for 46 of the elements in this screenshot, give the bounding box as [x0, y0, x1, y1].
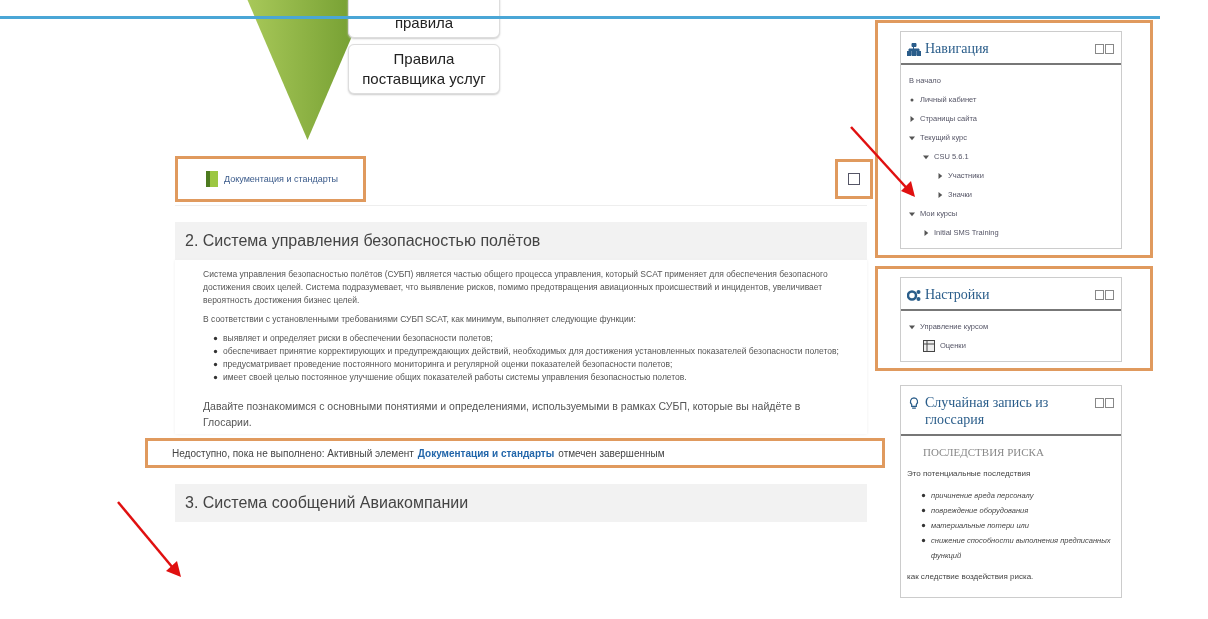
- glossary-text: Это потенциальные последствия: [907, 468, 1032, 480]
- gears-icon: [907, 289, 921, 302]
- block-title: Настройки: [925, 286, 991, 303]
- caret-down-icon[interactable]: [909, 323, 915, 330]
- paragraph: Система управления безопасностью полётов (СУБП) является частью общего процесса управления, который SCAT применяет для обеспечения безопасного достижения своих целей. Система подразумевает, что выявление рисков, помимо предотвращения авиационных происшествий и инцидентов, увеличивает вероятность достижения бизнес целей.: [203, 268, 829, 307]
- activity-link[interactable]: Документация и стандарты: [224, 174, 339, 184]
- paragraph: Давайте познакомимся с основными понятиями и определениями, используемыми в рамках СУБП, которые вы найдёте в Глосарии.: [203, 399, 802, 430]
- glossary-text: как следствие воздействия риска.: [907, 571, 1035, 583]
- dock-icon[interactable]: [1095, 398, 1115, 408]
- list-item: обеспечивает принятие корректирующих и предупреждающих действий, необходимых для достижения установленных показателей безопасности полетов;: [223, 345, 839, 358]
- activity-link[interactable]: Документация и стандарты: [417, 447, 555, 459]
- bullet-icon: [921, 538, 926, 543]
- bullet-icon: [213, 362, 218, 367]
- caret-down-icon[interactable]: [909, 210, 915, 217]
- list-item: предусматривает проведение постоянного мониторинга и регулярной оценки показателей безопасности полетов;: [223, 358, 673, 371]
- section-heading: 3. Система сообщений Авиакомпании: [175, 484, 867, 522]
- bullet-icon: [921, 508, 926, 513]
- bullet-icon: [213, 336, 218, 341]
- block-title: Случайная запись из глоссария: [925, 394, 1050, 428]
- section-heading: 2. Система управления безопасностью полётов: [175, 222, 867, 260]
- table-icon: [923, 339, 935, 352]
- caret-right-icon[interactable]: [923, 229, 929, 236]
- list-item: имеет своей целью постоянное улучшение общих показателей работы системы управления безопасностью полетов.: [223, 371, 687, 384]
- bullet-icon: [909, 96, 915, 103]
- bullet-icon: [213, 375, 218, 380]
- dock-icon[interactable]: [1095, 44, 1115, 54]
- paragraph: В соответствии с установленными требованиями СУБП SCAT, как минимум, выполняет следующие функции:: [203, 313, 637, 326]
- bullet-icon: [921, 493, 926, 498]
- lightbulb-icon: [907, 397, 921, 410]
- list-item: выявляет и определяет риски в обеспечении безопасности полетов;: [223, 332, 493, 345]
- caret-right-icon[interactable]: [909, 115, 915, 122]
- caret-down-icon[interactable]: [909, 134, 915, 141]
- caret-right-icon[interactable]: [937, 191, 943, 198]
- diagram-label: Правила поставщика услуг: [348, 44, 500, 94]
- caret-down-icon[interactable]: [923, 153, 929, 160]
- sitemap-icon: [907, 43, 921, 56]
- book-icon: [206, 170, 218, 188]
- completion-checkbox[interactable]: [848, 173, 860, 185]
- bullet-icon: [921, 523, 926, 528]
- glossary-term: ПОСЛЕДСТВИЯ РИСКА: [922, 445, 1045, 460]
- caret-right-icon[interactable]: [937, 172, 943, 179]
- restriction-text: отмечен завершенным: [558, 447, 665, 459]
- restriction-text: Недоступно, пока не выполнено: Активный элемент: [172, 447, 414, 459]
- bullet-icon: [213, 349, 218, 354]
- block-title: Навигация: [925, 40, 990, 57]
- dock-icon[interactable]: [1095, 290, 1115, 300]
